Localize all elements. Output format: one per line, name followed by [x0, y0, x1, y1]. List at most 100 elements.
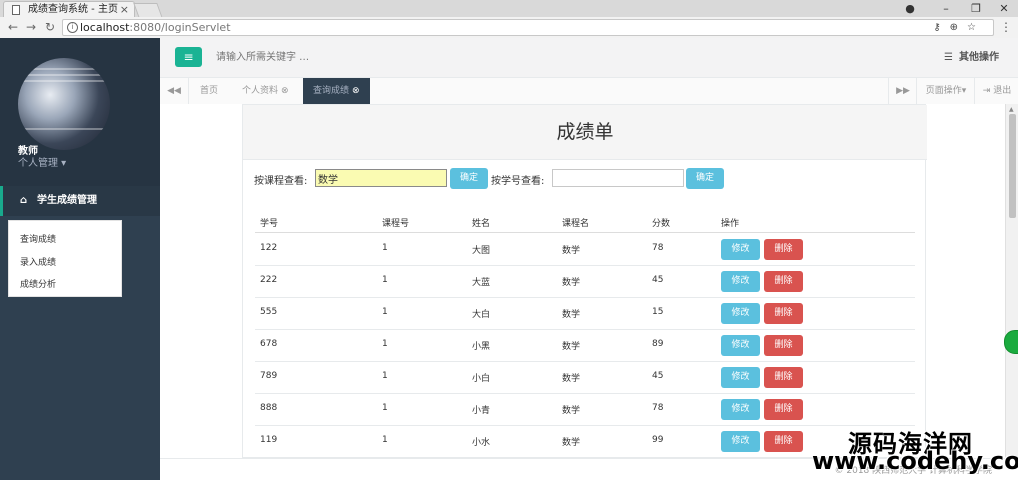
cell-course: 数学	[562, 374, 581, 384]
cell-id: 789	[260, 371, 278, 381]
browser-tab[interactable]: 成绩查询系统 - 主页 ×	[3, 1, 135, 18]
tab-label: 查询成绩	[313, 86, 350, 96]
page-operations-dropdown[interactable]: 页面操作▾	[916, 78, 975, 104]
course-filter-label: 按课程查看:	[254, 176, 308, 187]
tabs-scroll-left-icon[interactable]: ◀◀	[160, 78, 189, 104]
edit-button[interactable]: 修改	[721, 399, 760, 420]
table-row: 888 1 小青 数学 78 修改 删除	[243, 393, 927, 425]
cell-id: 122	[260, 243, 278, 253]
omnibox-actions[interactable]: ⚷⊕☆	[933, 20, 985, 35]
table-row: 222 1 大蓝 数学 45 修改 删除	[243, 265, 927, 297]
edit-button[interactable]: 修改	[721, 335, 760, 356]
submenu-item-query[interactable]: 查询成绩	[20, 232, 56, 245]
tab-label: 个人资料	[242, 86, 279, 96]
tab-query-grades[interactable]: 查询成绩 ⊗	[303, 78, 370, 104]
back-icon[interactable]: ←	[5, 19, 21, 35]
menu-toggle-button[interactable]: ≡	[175, 47, 202, 67]
tabs-scroll-right-icon[interactable]: ▶▶	[888, 78, 917, 104]
tab-home[interactable]: 首页	[190, 78, 228, 104]
id-filter-input[interactable]	[552, 169, 684, 187]
scroll-up-icon[interactable]: ▲	[1009, 106, 1014, 113]
info-icon[interactable]: i	[67, 22, 78, 33]
delete-button[interactable]: 删除	[764, 271, 803, 292]
delete-button[interactable]: 删除	[764, 399, 803, 420]
delete-button[interactable]: 删除	[764, 239, 803, 260]
cell-id: 555	[260, 307, 278, 317]
floating-widget-button[interactable]	[1004, 330, 1018, 354]
delete-button[interactable]: 删除	[764, 335, 803, 356]
user-icon[interactable]: ●	[896, 0, 924, 17]
cell-course-no: 1	[382, 435, 388, 445]
edit-button[interactable]: 修改	[721, 431, 760, 452]
confirm-course-button[interactable]: 确定	[450, 168, 488, 189]
cell-score: 45	[652, 371, 664, 381]
cell-id: 119	[260, 435, 278, 445]
page-title: 成绩单	[556, 121, 614, 143]
cell-course: 数学	[562, 278, 581, 288]
column-header-name: 姓名	[472, 219, 491, 229]
edit-button[interactable]: 修改	[721, 367, 760, 388]
submenu-item-analysis[interactable]: 成绩分析	[20, 277, 56, 290]
logout-button[interactable]: ⇥ 退出	[974, 78, 1018, 104]
list-icon: ☰	[944, 52, 953, 63]
address-bar[interactable]: i localhost:8080/loginServlet ⚷⊕☆	[62, 19, 994, 36]
other-operations-button[interactable]: ☰ 其他操作	[944, 38, 999, 77]
scrollbar-thumb[interactable]	[1009, 114, 1016, 218]
edit-button[interactable]: 修改	[721, 271, 760, 292]
content-tabs-bar: ◀◀ 首页 个人资料 ⊗ 查询成绩 ⊗ ▶▶ 页面操作▾ ⇥ 退出	[160, 78, 1018, 106]
forward-icon[interactable]: →	[23, 19, 39, 35]
cell-name: 小水	[472, 438, 491, 448]
grades-panel: 成绩单 按课程查看: 确定 按学号查看: 确定 学号 课程号 姓名 课程名 分数…	[242, 104, 927, 458]
address-bar-row: ← → ↻ i localhost:8080/loginServlet ⚷⊕☆ …	[0, 17, 1018, 39]
submenu-item-enter[interactable]: 录入成绩	[20, 255, 56, 268]
delete-button[interactable]: 删除	[764, 431, 803, 452]
cell-name: 大白	[472, 310, 491, 320]
table-row: 789 1 小白 数学 45 修改 删除	[243, 361, 927, 393]
delete-button[interactable]: 删除	[764, 367, 803, 388]
edit-button[interactable]: 修改	[721, 239, 760, 260]
cell-name: 大蓝	[472, 278, 491, 288]
url-path: :8080/loginServlet	[129, 21, 231, 34]
sidebar-item-label: 学生成绩管理	[37, 195, 97, 206]
avatar[interactable]	[18, 58, 110, 150]
user-menu-dropdown[interactable]: 个人管理 ▾	[18, 154, 66, 169]
confirm-id-button[interactable]: 确定	[686, 168, 724, 189]
browser-menu-icon[interactable]: ⋮	[1000, 19, 1012, 35]
cell-id: 888	[260, 403, 278, 413]
tab-profile[interactable]: 个人资料 ⊗	[232, 78, 299, 104]
table-row: 678 1 小黑 数学 89 修改 删除	[243, 329, 927, 361]
cell-course: 数学	[562, 310, 581, 320]
close-icon[interactable]: ⊗	[281, 86, 289, 96]
watermark-en: www.codehy.com	[812, 447, 1018, 475]
sidebar-submenu: 查询成绩 录入成绩 成绩分析	[8, 220, 122, 297]
url-text: localhost:8080/loginServlet	[80, 20, 231, 35]
cell-course: 数学	[562, 406, 581, 416]
browser-tab-title: 成绩查询系统 - 主页	[28, 4, 118, 15]
cell-score: 78	[652, 403, 664, 413]
table-row: 555 1 大白 数学 15 修改 删除	[243, 297, 927, 329]
close-icon[interactable]: ⊗	[352, 86, 360, 96]
cell-course-no: 1	[382, 403, 388, 413]
page-icon	[12, 5, 20, 15]
reload-icon[interactable]: ↻	[42, 19, 58, 35]
close-icon[interactable]: ✕	[990, 0, 1018, 17]
delete-button[interactable]: 删除	[764, 303, 803, 324]
column-header-score: 分数	[652, 219, 671, 229]
course-filter-input[interactable]	[315, 169, 447, 187]
cell-course: 数学	[562, 438, 581, 448]
new-tab-button[interactable]	[133, 3, 163, 18]
content-margin-left	[160, 104, 242, 458]
restore-icon[interactable]: ❐	[962, 0, 990, 17]
cell-score: 99	[652, 435, 664, 445]
edit-button[interactable]: 修改	[721, 303, 760, 324]
minimize-icon[interactable]: –	[932, 0, 960, 17]
cell-course-no: 1	[382, 371, 388, 381]
cell-course-no: 1	[382, 275, 388, 285]
other-operations-label: 其他操作	[959, 52, 999, 63]
search-input[interactable]	[214, 47, 518, 69]
tab-close-icon[interactable]: ×	[120, 2, 129, 18]
scrollbar[interactable]: ▲	[1005, 104, 1018, 458]
cell-course-no: 1	[382, 243, 388, 253]
sidebar-item-student-grades[interactable]: ⌂ 学生成绩管理	[0, 186, 160, 216]
browser-tabstrip: 成绩查询系统 - 主页 × ● – ❐ ✕	[0, 0, 1018, 18]
